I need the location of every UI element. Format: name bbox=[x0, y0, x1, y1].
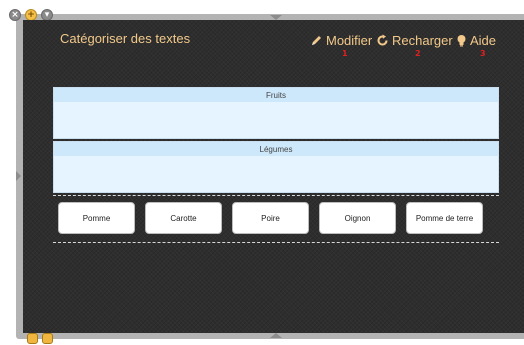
reload-number: 2 bbox=[415, 49, 421, 58]
pencil-icon bbox=[312, 35, 321, 45]
lightbulb-icon bbox=[457, 34, 466, 46]
copy-icon[interactable] bbox=[27, 333, 38, 344]
modify-number: 1 bbox=[342, 49, 348, 58]
resize-handle-bottom[interactable] bbox=[270, 333, 282, 338]
modify-button[interactable]: Modifier bbox=[310, 31, 372, 49]
page-title: Catégoriser des textes bbox=[60, 31, 191, 46]
help-button[interactable]: Aide bbox=[456, 31, 496, 49]
tile-poire[interactable]: Poire bbox=[232, 202, 309, 234]
tile-oignon[interactable]: Oignon bbox=[319, 202, 396, 234]
tile-pomme[interactable]: Pomme bbox=[58, 202, 135, 234]
category-fruits-label: Fruits bbox=[54, 88, 498, 102]
paste-icon[interactable] bbox=[42, 333, 53, 344]
reload-label: Recharger bbox=[392, 32, 453, 48]
tile-carotte[interactable]: Carotte bbox=[145, 202, 222, 234]
tray-bottom-divider bbox=[53, 242, 499, 243]
tray-top-divider bbox=[53, 195, 499, 196]
category-legumes-label: Légumes bbox=[54, 142, 498, 156]
close-window-icon[interactable]: × bbox=[9, 9, 21, 21]
reload-button[interactable]: Recharger bbox=[376, 31, 453, 49]
resize-handle-left[interactable] bbox=[16, 171, 21, 181]
category-fruits-dropzone[interactable]: Fruits bbox=[53, 87, 499, 139]
category-legumes-dropzone[interactable]: Légumes bbox=[53, 141, 499, 193]
help-label: Aide bbox=[470, 32, 497, 48]
help-number: 3 bbox=[480, 49, 486, 58]
reload-icon bbox=[377, 34, 388, 45]
tile-pomme-de-terre[interactable]: Pomme de terre bbox=[406, 202, 483, 234]
modify-label: Modifier bbox=[326, 32, 373, 48]
